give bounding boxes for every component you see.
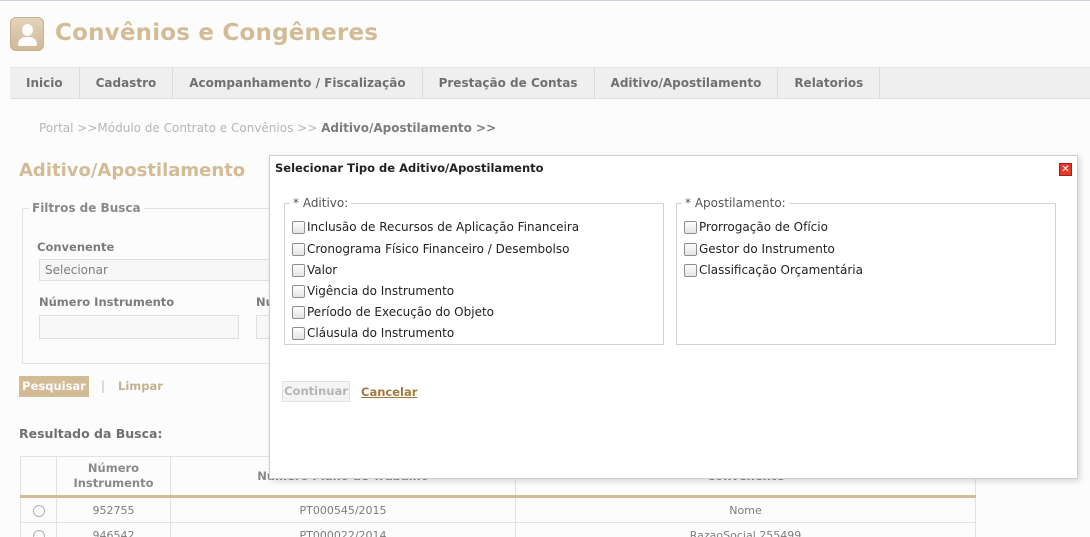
dialog-titlebar[interactable]: Selecionar Tipo de Aditivo/Apostilamento… (270, 156, 1077, 180)
apostilamento-option-prorrogacao[interactable]: Prorrogação de Ofício (684, 219, 828, 235)
option-label: Cláusula do Instrumento (307, 326, 455, 340)
option-label: Cronograma Físico Financeiro / Desembols… (307, 242, 570, 256)
checkbox[interactable] (684, 263, 697, 277)
option-label: Inclusão de Recursos de Aplicação Financ… (307, 220, 580, 234)
apostilamento-option-gestor[interactable]: Gestor do Instrumento (684, 241, 835, 257)
option-label: Vigência do Instrumento (307, 284, 455, 298)
option-label: Prorrogação de Ofício (699, 220, 828, 234)
select-type-dialog: Selecionar Tipo de Aditivo/Apostilamento… (269, 155, 1078, 479)
checkbox[interactable] (292, 220, 305, 234)
checkbox[interactable] (292, 263, 305, 277)
option-label: Classificação Orçamentária (699, 263, 863, 277)
option-label: Valor (307, 263, 338, 277)
aditivo-option-vigencia[interactable]: Vigência do Instrumento (292, 283, 454, 299)
apostilamento-option-classificacao[interactable]: Classificação Orçamentária (684, 262, 863, 278)
aditivo-option-valor[interactable]: Valor (292, 262, 337, 278)
apostilamento-legend: * Apostilamento: (682, 196, 789, 210)
checkbox[interactable] (292, 326, 305, 340)
checkbox[interactable] (292, 242, 305, 256)
option-label: Período de Execução do Objeto (307, 305, 494, 319)
aditivo-option-cronograma[interactable]: Cronograma Físico Financeiro / Desembols… (292, 241, 569, 257)
close-icon[interactable]: ✕ (1059, 163, 1072, 176)
checkbox[interactable] (292, 305, 305, 319)
aditivo-legend: * Aditivo: (290, 196, 352, 210)
aditivo-option-clausula[interactable]: Cláusula do Instrumento (292, 325, 454, 341)
dialog-title: Selecionar Tipo de Aditivo/Apostilamento (275, 161, 544, 175)
aditivo-option-inclusao-recursos[interactable]: Inclusão de Recursos de Aplicação Financ… (292, 219, 579, 235)
checkbox[interactable] (684, 242, 697, 256)
cancel-link[interactable]: Cancelar (361, 385, 417, 399)
checkbox[interactable] (292, 284, 305, 298)
aditivo-option-periodo-execucao[interactable]: Período de Execução do Objeto (292, 304, 494, 320)
continue-button[interactable]: Continuar (282, 381, 350, 402)
option-label: Gestor do Instrumento (699, 242, 835, 256)
apostilamento-group: * Apostilamento: Prorrogação de Ofício G… (676, 196, 1056, 345)
aditivo-group: * Aditivo: Inclusão de Recursos de Aplic… (284, 196, 664, 345)
checkbox[interactable] (684, 220, 697, 234)
